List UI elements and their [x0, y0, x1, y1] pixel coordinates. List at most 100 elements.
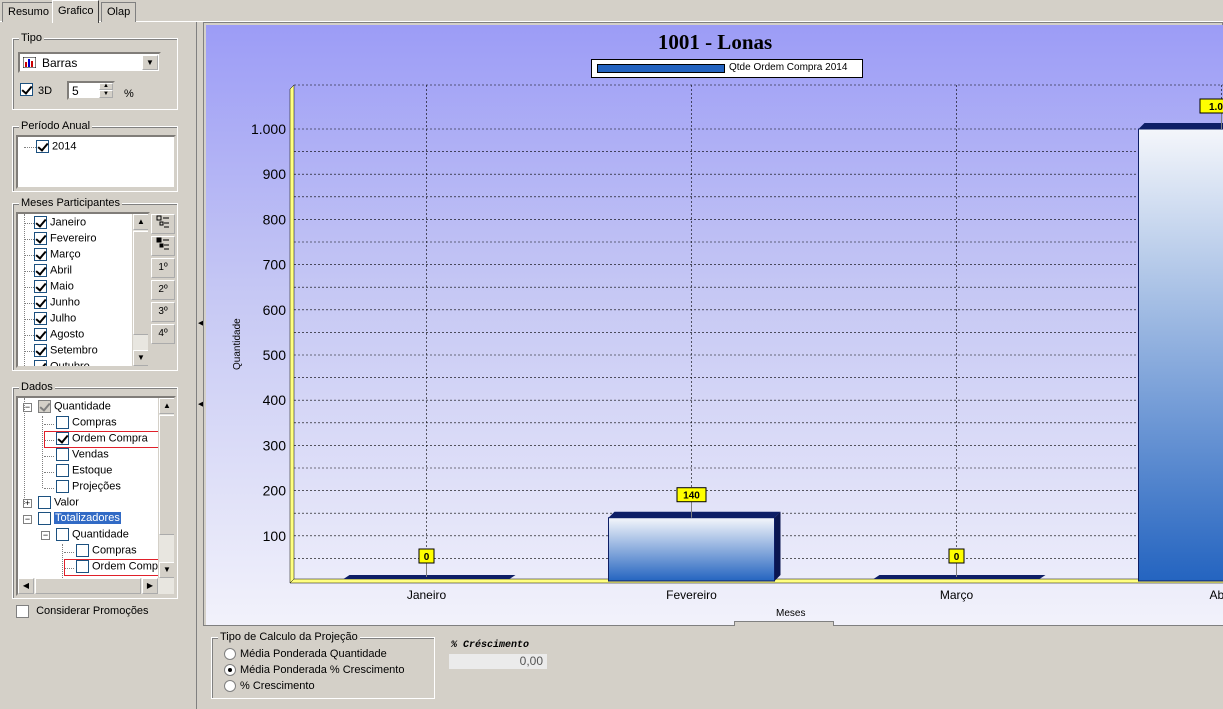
month-item[interactable]: Março [34, 248, 81, 264]
quarter-2-button[interactable]: 2º [151, 280, 175, 300]
month-item[interactable]: Agosto [34, 328, 84, 344]
scroll-right-icon[interactable]: ▶ [142, 578, 158, 594]
tree-item[interactable]: Vendas [56, 448, 109, 464]
tab-olap[interactable]: Olap [101, 2, 137, 22]
meses-title: Meses Participantes [19, 197, 123, 209]
expand-all-button[interactable] [151, 214, 175, 234]
tree-checkbox[interactable] [56, 448, 69, 461]
month-checkbox[interactable] [34, 216, 47, 229]
considerar-promocoes-checkbox[interactable] [16, 605, 29, 618]
chart-panel: 1001 - Lonas Qtde Ordem Compra 2014 Quan… [203, 22, 1223, 629]
tree-item[interactable]: Valor [38, 496, 79, 512]
month-item[interactable]: Abril [34, 264, 72, 280]
periodo-title: Período Anual [19, 120, 93, 132]
collapse-icon[interactable]: − [41, 531, 50, 540]
chevron-down-icon[interactable]: ▼ [142, 55, 158, 70]
checkbox-3d-box[interactable] [20, 83, 33, 96]
y-tick-label: 600 [263, 302, 287, 318]
month-checkbox[interactable] [34, 280, 47, 293]
tab-bar: Resumo Grafico Olap [0, 0, 1223, 23]
month-checkbox[interactable] [34, 296, 47, 309]
month-checkbox[interactable] [34, 248, 47, 261]
y-tick-label: 300 [263, 437, 287, 453]
dados-hscrollbar[interactable]: ◀ ▶ [18, 578, 174, 594]
tree-checkbox[interactable] [56, 464, 69, 477]
y-tick-label: 400 [263, 392, 287, 408]
scroll-up-icon[interactable]: ▲ [159, 398, 174, 414]
y-tick-label: 200 [263, 483, 287, 499]
data-label: 1.000 [1209, 102, 1223, 113]
data-label: 0 [424, 552, 430, 563]
scroll-down-icon[interactable]: ▼ [133, 350, 148, 366]
tree-checkbox[interactable] [76, 544, 89, 557]
quarter-4-button[interactable]: 4º [151, 324, 175, 344]
tree-checkbox[interactable] [56, 416, 69, 429]
depth-stepper[interactable]: 5 ▲ ▼ [67, 81, 115, 100]
radio-button[interactable] [224, 664, 236, 677]
radio-button[interactable] [224, 680, 236, 693]
year-checkbox[interactable] [36, 140, 49, 153]
chart-type-select[interactable]: Barras ▼ [18, 52, 161, 73]
tree-checkbox[interactable] [38, 496, 51, 509]
x-tick-label: Janeiro [407, 588, 447, 602]
hscroll-thumb[interactable] [35, 578, 141, 594]
tree-item[interactable]: Quantidade [56, 528, 129, 544]
periodo-group: Período Anual 2014 [12, 120, 178, 192]
stepper-up-icon[interactable]: ▲ [99, 83, 113, 90]
considerar-promocoes[interactable]: Considerar Promoções [16, 605, 149, 618]
month-item[interactable]: Janeiro [34, 216, 86, 232]
month-checkbox[interactable] [34, 264, 47, 277]
month-checkbox[interactable] [34, 312, 47, 325]
scroll-left-icon[interactable]: ◀ [18, 578, 34, 594]
tree-checkbox[interactable] [38, 512, 51, 525]
tree-label: Projeções [72, 480, 121, 493]
tree-item[interactable]: Totalizadores [38, 512, 121, 528]
radio-button[interactable] [224, 648, 236, 661]
month-item[interactable]: Maio [34, 280, 74, 296]
stepper-down-icon[interactable]: ▼ [99, 90, 113, 98]
month-item[interactable]: Julho [34, 312, 76, 328]
tab-resumo[interactable]: Resumo [2, 2, 55, 22]
month-item[interactable]: Junho [34, 296, 80, 312]
scroll-thumb[interactable] [159, 415, 174, 535]
crescimento-input[interactable]: 0,00 [448, 653, 548, 670]
month-item[interactable]: Setembro [34, 344, 98, 360]
dados-tree: − Quantidade Compras Ordem Compra Vendas Esto… [16, 396, 176, 596]
tree-item[interactable]: Compras [56, 416, 117, 432]
dados-title: Dados [19, 381, 55, 393]
radio-media-ponderada-crescimento[interactable]: Média Ponderada % Crescimento [224, 664, 404, 677]
year-label: 2014 [52, 140, 77, 153]
dados-scrollbar[interactable]: ▲ ▼ [158, 398, 174, 578]
month-item[interactable]: Fevereiro [34, 232, 96, 248]
tree-item[interactable]: Quantidade [38, 400, 111, 416]
radio-label: Média Ponderada Quantidade [240, 648, 387, 660]
tree-item[interactable]: Compras [76, 544, 137, 560]
projection-panel: Tipo de Calculo da Projeção Média Ponder… [203, 626, 1223, 709]
tree-checkbox[interactable] [56, 480, 69, 493]
month-checkbox[interactable] [34, 344, 47, 357]
collapse-all-button[interactable] [151, 236, 175, 256]
tree-checkbox[interactable] [56, 528, 69, 541]
month-checkbox[interactable] [34, 360, 47, 366]
chart-left-wall [289, 84, 295, 584]
scroll-thumb[interactable] [133, 231, 148, 335]
checkbox-3d[interactable] [20, 83, 33, 96]
tree-item[interactable]: Estoque [56, 464, 112, 480]
x-axis-label: Meses [776, 608, 806, 619]
month-checkbox[interactable] [34, 328, 47, 341]
quarter-1-button[interactable]: 1º [151, 258, 175, 278]
radio-crescimento[interactable]: % Crescimento [224, 680, 315, 693]
collapse-icon[interactable]: − [23, 515, 32, 524]
month-label: Fevereiro [50, 232, 97, 245]
month-checkbox[interactable] [34, 232, 47, 245]
tab-grafico[interactable]: Grafico [52, 0, 100, 23]
tree-item[interactable]: Projeções [56, 480, 121, 496]
month-item[interactable]: Outubro [34, 360, 90, 366]
meses-scrollbar[interactable]: ▲ ▼ [132, 214, 148, 366]
tree-checkbox[interactable] [38, 400, 51, 413]
year-item[interactable]: 2014 [36, 140, 76, 156]
radio-media-ponderada-quantidade[interactable]: Média Ponderada Quantidade [224, 648, 387, 661]
scroll-up-icon[interactable]: ▲ [133, 214, 148, 230]
quarter-3-button[interactable]: 3º [151, 302, 175, 322]
scroll-down-icon[interactable]: ▼ [159, 562, 174, 578]
